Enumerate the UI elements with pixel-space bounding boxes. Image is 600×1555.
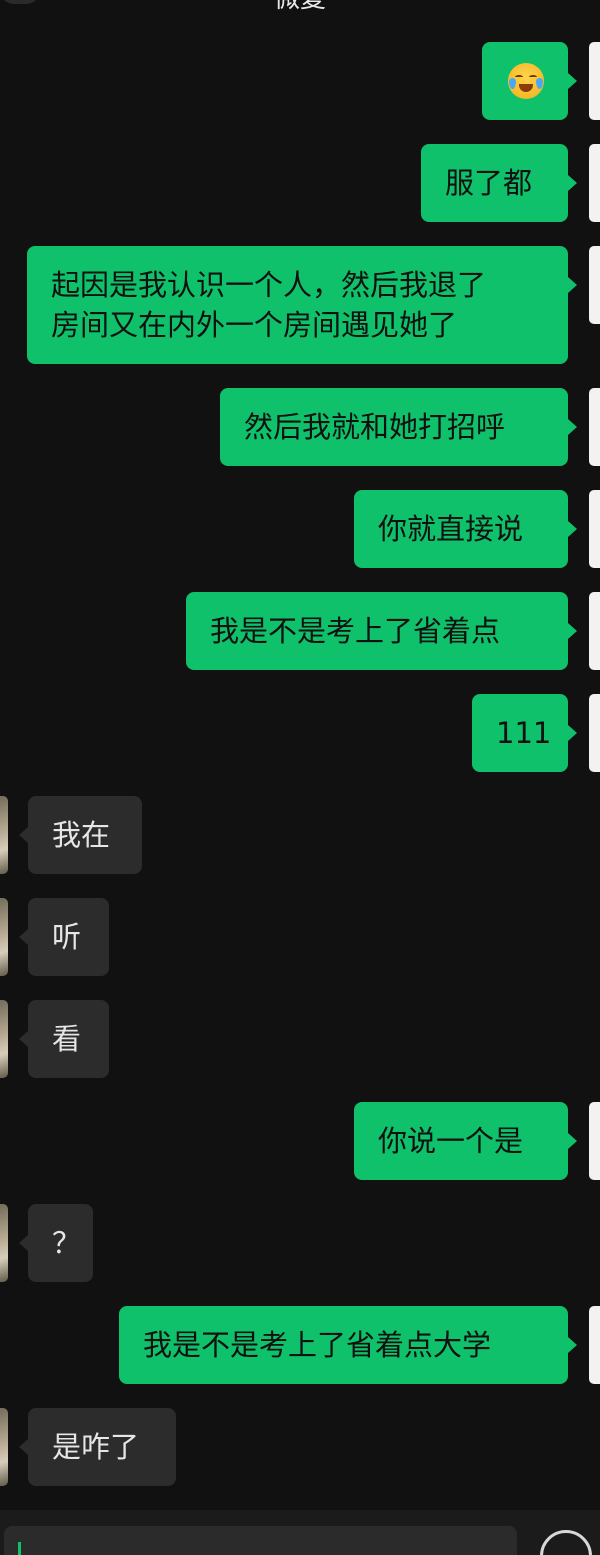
message-bubble[interactable]: 我是不是考上了省着点大学 <box>119 1306 568 1384</box>
message-sent: 起因是我认识一个人，然后我退了 房间又在内外一个房间遇见她了 <box>0 246 600 364</box>
my-avatar[interactable] <box>589 144 600 222</box>
my-avatar[interactable] <box>589 694 600 772</box>
input-bar <box>0 1510 600 1555</box>
my-avatar[interactable] <box>589 490 600 568</box>
message-received: 我在 <box>0 796 600 874</box>
contact-avatar[interactable] <box>0 1000 8 1078</box>
bubble-tail <box>19 929 28 945</box>
bubble-tail <box>568 725 577 741</box>
bubble-tail <box>568 1133 577 1149</box>
message-input[interactable] <box>4 1526 517 1555</box>
my-avatar[interactable] <box>589 592 600 670</box>
bubble-tail <box>568 623 577 639</box>
message-received: ？ <box>0 1204 600 1282</box>
contact-avatar[interactable] <box>0 796 8 874</box>
message-bubble[interactable]: ？ <box>28 1204 93 1282</box>
chat-title: 微复 <box>0 0 600 12</box>
message-bubble[interactable] <box>482 42 568 120</box>
contact-avatar[interactable] <box>0 1204 8 1282</box>
chat-screen: 微复 服了都 起因是我认识一个人，然后我退了 房间又在内外一个房间遇见她了 <box>0 0 600 1555</box>
message-sent: 你就直接说 <box>0 490 600 568</box>
message-bubble[interactable]: 是咋了 <box>28 1408 176 1486</box>
message-sent: 你说一个是 <box>0 1102 600 1180</box>
message-bubble[interactable]: 我在 <box>28 796 142 874</box>
message-bubble[interactable]: 起因是我认识一个人，然后我退了 房间又在内外一个房间遇见她了 <box>27 246 568 364</box>
my-avatar[interactable] <box>589 246 600 324</box>
message-received: 是咋了 <box>0 1408 600 1486</box>
contact-avatar[interactable] <box>0 898 8 976</box>
message-sent: 服了都 <box>0 144 600 222</box>
message-bubble[interactable]: 看 <box>28 1000 109 1078</box>
bubble-tail <box>568 73 577 89</box>
bubble-tail <box>568 419 577 435</box>
message-sent: 我是不是考上了省着点大学 <box>0 1306 600 1384</box>
my-avatar[interactable] <box>589 388 600 466</box>
my-avatar[interactable] <box>589 42 600 120</box>
message-bubble[interactable]: 你就直接说 <box>354 490 568 568</box>
message-bubble[interactable]: 服了都 <box>421 144 568 222</box>
message-received: 听 <box>0 898 600 976</box>
bubble-tail <box>19 1031 28 1047</box>
bubble-tail <box>568 175 577 191</box>
title-bar: 微复 <box>0 0 600 20</box>
message-sent <box>0 42 600 120</box>
message-line: 起因是我认识一个人，然后我退了 <box>51 268 487 302</box>
message-sent: 然后我就和她打招呼 <box>0 388 600 466</box>
message-sent: 我是不是考上了省着点 <box>0 592 600 670</box>
crying-laughing-emoji-icon <box>508 63 544 99</box>
message-received: 看 <box>0 1000 600 1078</box>
bubble-tail <box>19 1439 28 1455</box>
contact-avatar[interactable] <box>0 1408 8 1486</box>
message-bubble[interactable]: 111 <box>472 694 568 772</box>
my-avatar[interactable] <box>589 1306 600 1384</box>
message-bubble[interactable]: 我是不是考上了省着点 <box>186 592 568 670</box>
bubble-tail <box>19 1235 28 1251</box>
bubble-tail <box>568 277 577 293</box>
voice-toggle-button[interactable] <box>540 1530 592 1555</box>
message-line: 房间又在内外一个房间遇见她了 <box>51 308 458 342</box>
message-bubble[interactable]: 听 <box>28 898 109 976</box>
message-sent: 111 <box>0 694 600 772</box>
message-bubble[interactable]: 你说一个是 <box>354 1102 568 1180</box>
bubble-tail <box>568 521 577 537</box>
bubble-tail <box>19 827 28 843</box>
message-bubble[interactable]: 然后我就和她打招呼 <box>220 388 568 466</box>
my-avatar[interactable] <box>589 1102 600 1180</box>
text-cursor <box>18 1542 21 1555</box>
bubble-tail <box>568 1337 577 1353</box>
